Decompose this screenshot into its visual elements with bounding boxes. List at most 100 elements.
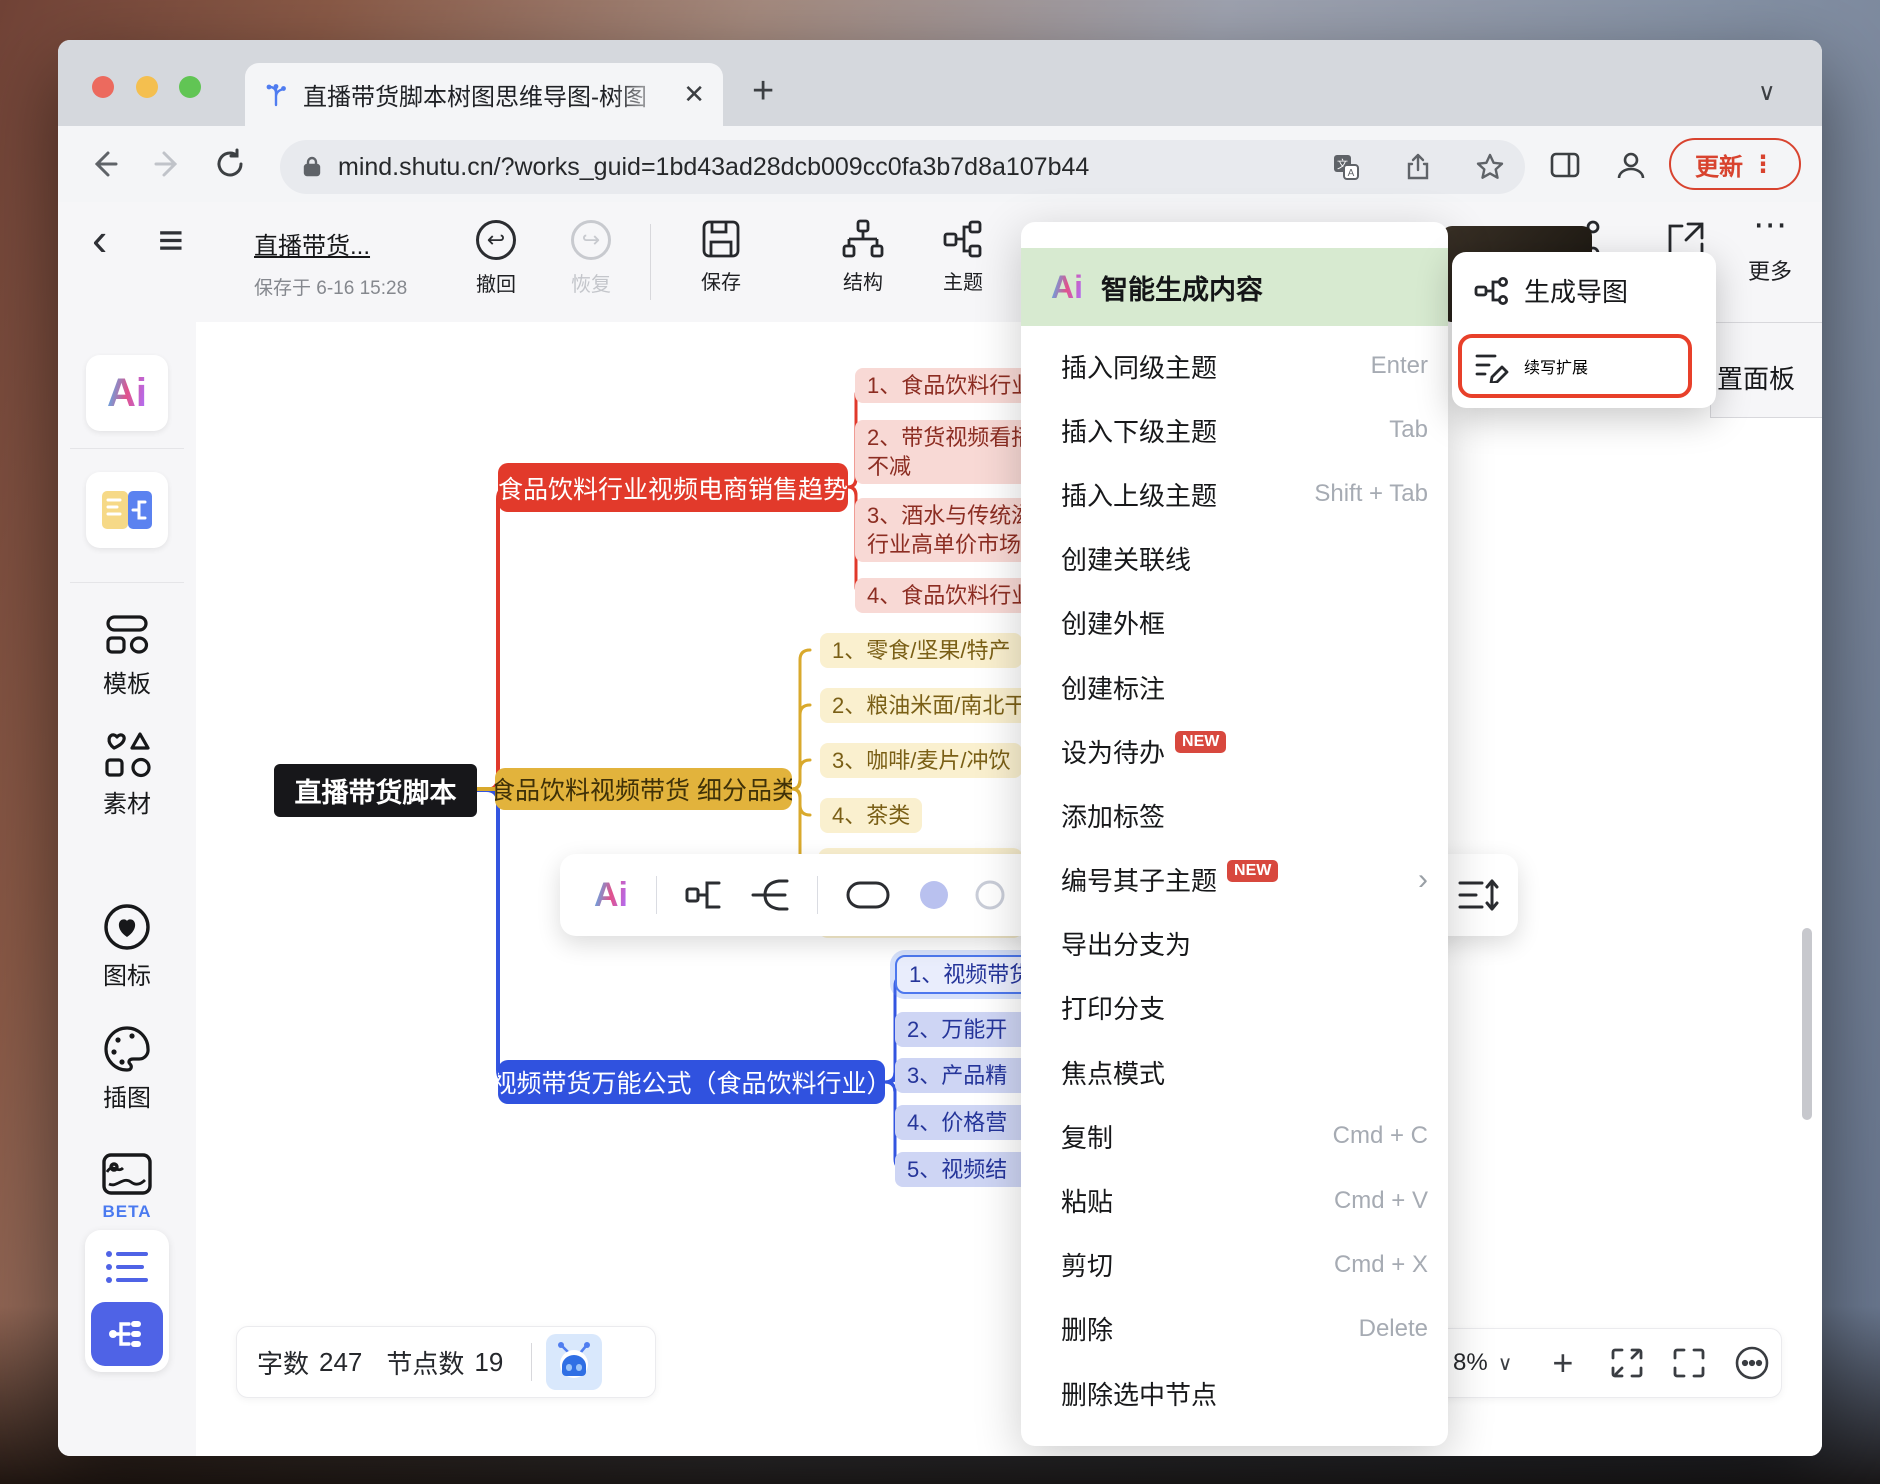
child-node[interactable]: 2、带货视频看播 不减 <box>855 420 1045 484</box>
fit-view-icon[interactable] <box>1609 1345 1645 1381</box>
context-menu-item[interactable]: 插入上级主题 Shift + Tab <box>1021 462 1448 526</box>
submenu-item-generate-map[interactable]: 生成导图 <box>1474 272 1628 309</box>
zoom-percent: 8% <box>1453 1349 1488 1377</box>
insert-child-icon[interactable] <box>749 875 793 915</box>
fill-color-swatch[interactable] <box>918 879 950 911</box>
zoom-in-icon[interactable]: + <box>1552 1342 1573 1384</box>
outline-list-icon[interactable] <box>103 1246 151 1288</box>
child-node[interactable]: 1、零食/坚果/特产 <box>820 633 1022 668</box>
outline-doc-button[interactable] <box>86 472 168 548</box>
canvas-scrollbar[interactable] <box>1802 928 1812 1120</box>
robot-icon <box>552 1340 596 1384</box>
context-menu-item[interactable]: 删除选中节点 <box>1021 1361 1448 1425</box>
insert-sibling-icon[interactable] <box>683 875 727 915</box>
context-menu-item[interactable]: 删除 Delete <box>1021 1297 1448 1361</box>
shortcut-label: Tab <box>1389 416 1428 444</box>
context-menu-item[interactable]: 插入同级主题 Enter <box>1021 334 1448 398</box>
profile-icon[interactable] <box>1614 148 1648 182</box>
address-bar[interactable]: mind.shutu.cn/?works_guid=1bd43ad28dcb00… <box>280 140 1525 194</box>
close-window-button[interactable] <box>92 76 114 98</box>
app-back-icon[interactable]: ‹ <box>92 212 107 266</box>
context-menu-item[interactable]: 导出分支为 <box>1021 912 1448 976</box>
word-count-label: 字数 <box>257 1344 309 1381</box>
context-menu-item[interactable]: 设为待办 NEW <box>1021 719 1448 783</box>
context-menu-item-ai-generate[interactable]: Ai 智能生成内容 <box>1021 248 1448 326</box>
branch-node-yellow[interactable]: 食品饮料视频带货 细分品类 <box>495 768 792 810</box>
undo-button[interactable]: ↩ 撤回 <box>476 220 516 297</box>
context-menu-item[interactable]: 打印分支 <box>1021 976 1448 1040</box>
context-menu-item[interactable]: 焦点模式 <box>1021 1040 1448 1104</box>
context-menu-item[interactable]: 插入下级主题 Tab <box>1021 398 1448 462</box>
translate-icon[interactable]: 文A <box>1331 152 1361 182</box>
context-menu-item[interactable]: 编号其子主题 NEW › <box>1021 848 1448 912</box>
shortcut-label: Shift + Tab <box>1314 480 1428 508</box>
submenu-item-continue-expand[interactable]: 续写扩展 <box>1458 334 1692 398</box>
new-tab-button[interactable]: + <box>752 70 774 113</box>
child-node[interactable]: 4、茶类 <box>820 798 922 833</box>
branch-node-red[interactable]: 食品饮料行业视频电商销售趋势 <box>498 463 848 512</box>
context-menu-item[interactable]: 创建外框 <box>1021 591 1448 655</box>
context-menu-item[interactable]: 创建标注 <box>1021 655 1448 719</box>
side-panel-icon[interactable] <box>1548 148 1582 182</box>
node-count: 19 <box>474 1347 503 1378</box>
more-button[interactable]: ⋯ 更多 <box>1748 210 1792 286</box>
node-shape-icon[interactable] <box>844 877 892 913</box>
child-node[interactable]: 3、咖啡/麦片/冲饮 <box>820 743 1022 778</box>
root-node[interactable]: 直播带货脚本 <box>274 764 477 817</box>
browser-menu-kebab-icon[interactable]: ⋮ <box>1751 150 1775 179</box>
sidebar-item-icons[interactable]: 图标 <box>58 902 196 991</box>
sidebar-item-assets[interactable]: 素材 <box>58 730 196 819</box>
zoom-chevron-icon[interactable]: ∨ <box>1498 1351 1513 1376</box>
settings-panel-tab[interactable]: 置面板 <box>1710 322 1822 418</box>
border-color-swatch[interactable] <box>974 879 1006 911</box>
text-format-icon[interactable] <box>1456 875 1500 915</box>
back-icon[interactable] <box>86 146 122 182</box>
child-node[interactable]: 1、食品饮料行业 <box>855 368 1045 403</box>
document-title[interactable]: 直播带货... <box>254 226 407 261</box>
ai-robot-button[interactable] <box>546 1334 602 1390</box>
branch-node-blue[interactable]: 视频带货万能公式（食品饮料行业） <box>498 1060 885 1104</box>
tab-search-chevron-icon[interactable]: ∨ <box>1758 78 1776 107</box>
context-menu-item[interactable]: 复制 Cmd + C <box>1021 1104 1448 1168</box>
more-options-icon[interactable] <box>1733 1344 1771 1382</box>
reload-icon[interactable] <box>212 146 248 182</box>
doc-mindmap-icon <box>100 489 154 531</box>
left-sidebar: Ai 模板 素材 图标 <box>58 322 197 1456</box>
mindmap-icon <box>107 1316 147 1352</box>
status-bar: 字数 247 节点数 19 <box>236 1326 656 1398</box>
bookmark-star-icon[interactable] <box>1475 152 1505 182</box>
redo-button[interactable]: ↪ 恢复 <box>571 220 611 297</box>
minimize-window-button[interactable] <box>136 76 158 98</box>
share-icon[interactable] <box>1403 152 1433 182</box>
chrome-update-button[interactable]: 更新 ⋮ <box>1669 138 1801 190</box>
tab-close-icon[interactable]: ✕ <box>683 79 705 110</box>
ai-assistant-button[interactable]: Ai <box>86 355 168 431</box>
shortcut-label: Cmd + V <box>1334 1187 1428 1215</box>
theme-button[interactable]: 主题 <box>940 216 986 295</box>
sidebar-item-beta-images[interactable]: BETA <box>58 1152 196 1222</box>
context-menu-item[interactable]: 添加标签 <box>1021 783 1448 847</box>
redo-icon: ↪ <box>571 220 611 260</box>
child-node[interactable]: 3、酒水与传统滋 行业高单价市场 <box>855 498 1045 562</box>
browser-tab[interactable]: 直播带货脚本树图思维导图-树图 ✕ <box>245 63 723 126</box>
status-divider <box>531 1343 532 1381</box>
app-menu-icon[interactable]: ≡ <box>158 216 184 266</box>
sidebar-item-templates[interactable]: 模板 <box>58 612 196 699</box>
mindmap-view-button[interactable] <box>91 1302 163 1366</box>
context-menu-item[interactable]: 创建关联线 <box>1021 527 1448 591</box>
child-node[interactable]: 4、食品饮料行业 <box>855 578 1045 613</box>
view-switch-group <box>85 1230 169 1372</box>
browser-window: 直播带货脚本树图思维导图-树图 ✕ + ∨ mind.shutu.cn/?wor… <box>58 40 1822 1456</box>
zoom-window-button[interactable] <box>179 76 201 98</box>
ai-generate-icon[interactable]: Ai <box>594 876 628 915</box>
structure-button[interactable]: 结构 <box>840 216 886 295</box>
forward-icon[interactable] <box>150 146 186 182</box>
save-icon <box>698 216 744 262</box>
context-menu-item[interactable]: 剪切 Cmd + X <box>1021 1233 1448 1297</box>
fullscreen-icon[interactable] <box>1671 1345 1707 1381</box>
context-menu-item[interactable]: 粘贴 Cmd + V <box>1021 1168 1448 1232</box>
settings-panel-label: 置面板 <box>1717 359 1822 396</box>
sidebar-item-illustrations[interactable]: 插图 <box>58 1024 196 1113</box>
save-button[interactable]: 保存 <box>698 216 744 295</box>
beta-badge: BETA <box>58 1202 196 1222</box>
